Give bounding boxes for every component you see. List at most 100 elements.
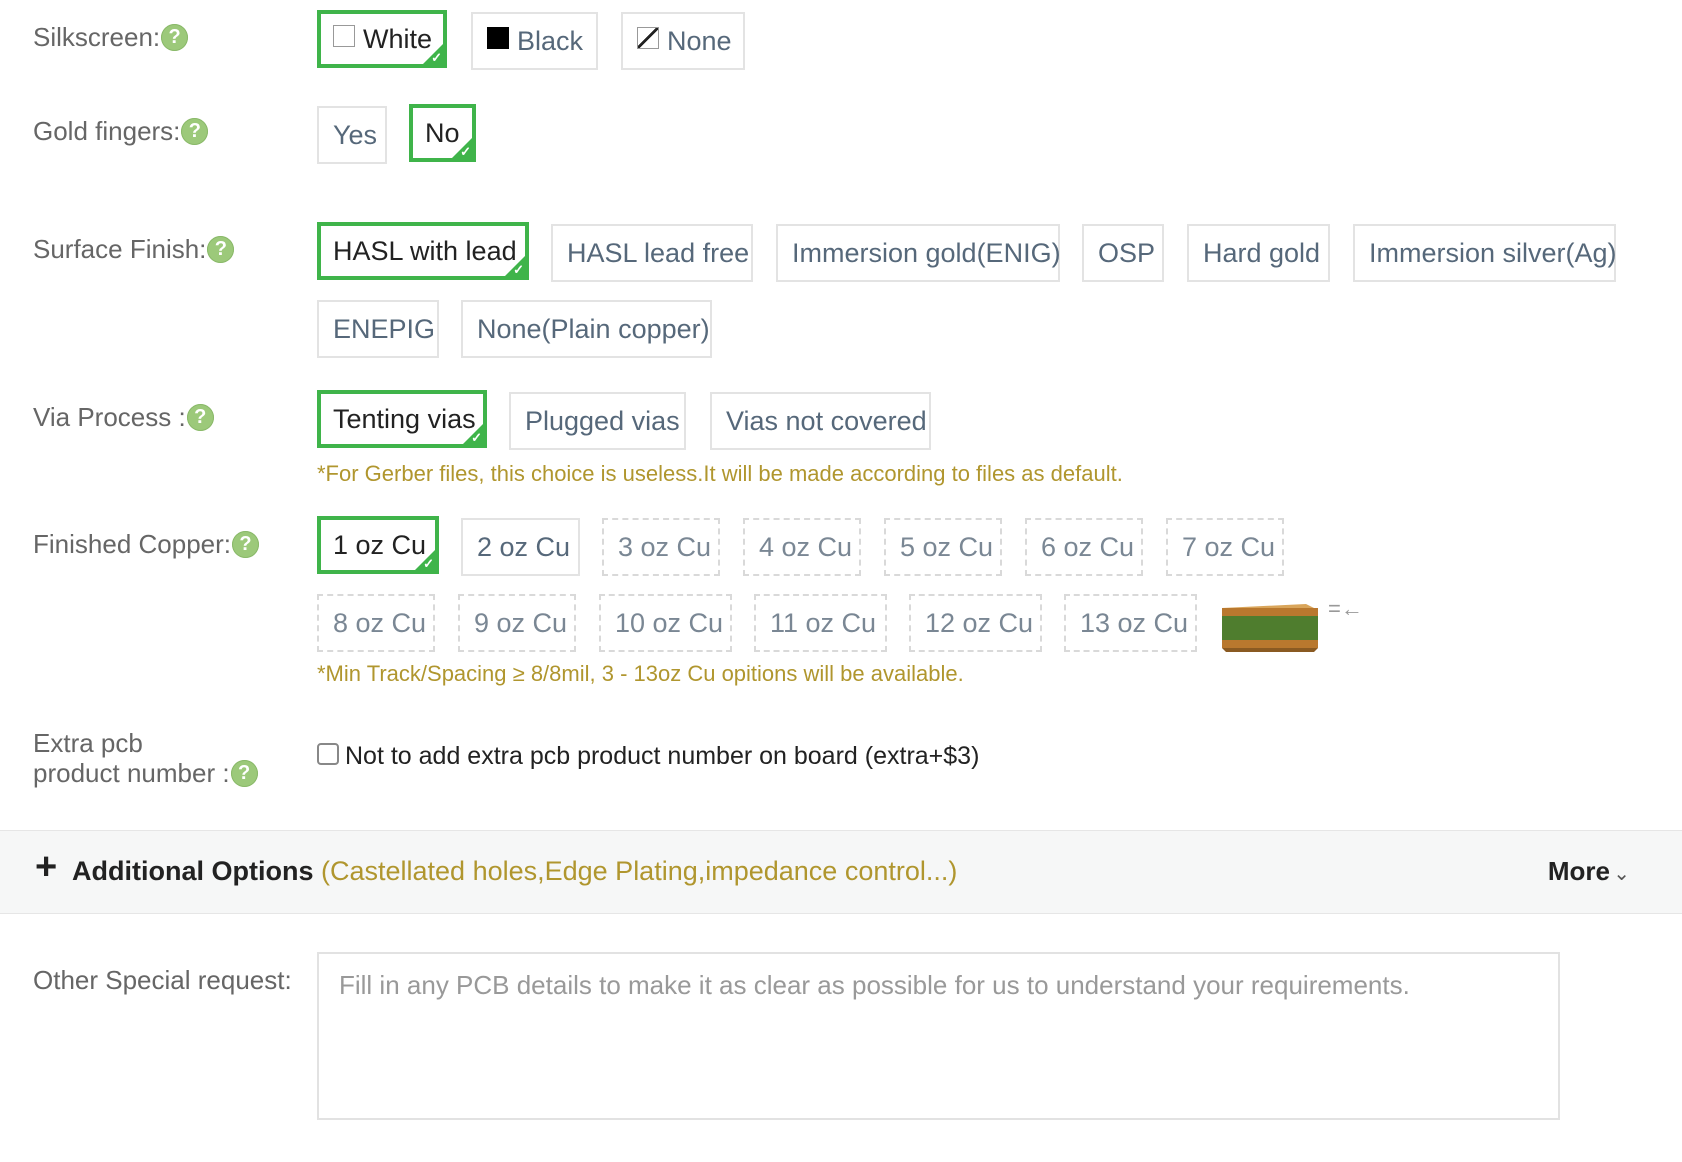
surface-finish-label: Surface Finish:? (33, 234, 235, 265)
option-label: Yes (333, 120, 378, 150)
option-label: Immersion gold(ENIG) (792, 238, 1061, 268)
help-icon[interactable]: ? (186, 403, 214, 431)
option-label: 5 oz Cu (900, 532, 994, 562)
help-icon[interactable]: ? (207, 235, 235, 263)
option-label: White (363, 24, 433, 54)
none-swatch-icon (637, 26, 659, 49)
copper-option-3oz[interactable]: 3 oz Cu (602, 518, 720, 576)
via-process-label-text: Via Process : (33, 402, 186, 432)
extra-pcb-checkbox-option[interactable]: Not to add extra pcb product number on b… (317, 742, 979, 771)
check-icon: ✓ (423, 556, 434, 571)
silkscreen-label-text: Silkscreen: (33, 22, 161, 52)
special-request-label: Other Special request: (33, 965, 292, 995)
copper-option-1oz[interactable]: 1 oz Cu ✓ (317, 516, 439, 574)
option-label: 1 oz Cu (333, 530, 427, 560)
option-label: Vias not covered (726, 406, 927, 436)
help-icon[interactable]: ? (181, 117, 209, 145)
option-label: HASL with lead (333, 236, 517, 266)
surface-finish-option-immersion-gold[interactable]: Immersion gold(ENIG) (776, 224, 1061, 282)
surface-finish-label-text: Surface Finish: (33, 234, 207, 264)
option-label: No (425, 118, 460, 148)
option-label: 12 oz Cu (925, 608, 1034, 638)
option-label: 7 oz Cu (1182, 532, 1276, 562)
extra-pcb-checkbox-label: Not to add extra pcb product number on b… (345, 742, 980, 770)
copper-option-7oz[interactable]: 7 oz Cu (1166, 518, 1284, 576)
via-process-label: Via Process :? (33, 402, 214, 433)
option-label: ENEPIG (333, 314, 436, 344)
gold-fingers-label: Gold fingers:? (33, 116, 209, 147)
option-label: 11 oz Cu (770, 608, 877, 638)
additional-options-title-text: Additional Options (72, 856, 314, 886)
copper-option-12oz[interactable]: 12 oz Cu (909, 594, 1042, 652)
chevron-down-icon[interactable]: ⌄ (1613, 861, 1630, 886)
finished-copper-label-text: Finished Copper: (33, 529, 231, 559)
additional-options-bar[interactable]: + Additional Options (Castellated holes,… (0, 830, 1682, 914)
silkscreen-label: Silkscreen:? (33, 22, 189, 53)
option-label: Hard gold (1203, 238, 1321, 268)
surface-finish-option-hasl-with-lead[interactable]: HASL with lead ✓ (317, 222, 529, 280)
check-icon: ✓ (471, 430, 482, 445)
gold-fingers-option-no[interactable]: No ✓ (409, 104, 476, 162)
via-process-option-not-covered[interactable]: Vias not covered (710, 392, 931, 450)
plus-icon[interactable]: + (35, 847, 57, 887)
additional-options-title[interactable]: Additional Options (Castellated holes,Ed… (72, 856, 957, 887)
gold-fingers-label-text: Gold fingers: (33, 116, 181, 146)
option-label: OSP (1098, 238, 1156, 268)
option-label: Black (517, 26, 584, 56)
copper-option-4oz[interactable]: 4 oz Cu (743, 518, 861, 576)
copper-option-6oz[interactable]: 6 oz Cu (1025, 518, 1143, 576)
option-label: None(Plain copper) (477, 314, 710, 344)
check-icon: ✓ (431, 50, 442, 65)
option-label: HASL lead free (567, 238, 750, 268)
extra-pcb-label-line2: product number : (33, 758, 230, 788)
silkscreen-option-none[interactable]: None (621, 12, 745, 70)
copper-option-10oz[interactable]: 10 oz Cu (599, 594, 732, 652)
option-label: 2 oz Cu (477, 532, 571, 562)
check-icon: ✓ (460, 144, 471, 159)
copper-option-8oz[interactable]: 8 oz Cu (317, 594, 435, 652)
more-button[interactable]: More (1548, 856, 1610, 887)
option-label: 3 oz Cu (618, 532, 712, 562)
option-label: 8 oz Cu (333, 608, 427, 638)
surface-finish-option-hard-gold[interactable]: Hard gold (1187, 224, 1330, 282)
extra-pcb-label: Extra pcb product number :? (33, 728, 258, 789)
help-icon[interactable]: ? (232, 530, 259, 558)
surface-finish-option-osp[interactable]: OSP (1082, 224, 1164, 282)
option-label: 13 oz Cu (1080, 608, 1189, 638)
option-label: Tenting vias (333, 404, 476, 434)
silkscreen-option-white[interactable]: White ✓ (317, 10, 447, 68)
finished-copper-note: *Min Track/Spacing ≥ 8/8mil, 3 - 13oz Cu… (317, 661, 964, 686)
silkscreen-option-black[interactable]: Black (471, 12, 598, 70)
copper-option-9oz[interactable]: 9 oz Cu (458, 594, 576, 652)
via-process-option-plugged[interactable]: Plugged vias (509, 392, 686, 450)
copper-option-5oz[interactable]: 5 oz Cu (884, 518, 1002, 576)
option-label: 9 oz Cu (474, 608, 568, 638)
surface-finish-option-plain-copper[interactable]: None(Plain copper) (461, 300, 712, 358)
compress-arrow-icon: =← (1328, 596, 1363, 621)
special-request-textarea[interactable] (317, 952, 1560, 1120)
via-process-note: *For Gerber files, this choice is useles… (317, 461, 1123, 486)
surface-finish-option-immersion-silver[interactable]: Immersion silver(Ag) (1353, 224, 1617, 282)
gold-fingers-option-yes[interactable]: Yes (317, 106, 387, 164)
copper-option-2oz[interactable]: 2 oz Cu (461, 518, 580, 576)
option-label: 6 oz Cu (1041, 532, 1135, 562)
surface-finish-option-enepig[interactable]: ENEPIG (317, 300, 439, 358)
help-icon[interactable]: ? (230, 759, 258, 787)
surface-finish-option-hasl-lead-free[interactable]: HASL lead free (551, 224, 753, 282)
additional-options-subtitle: (Castellated holes,Edge Plating,impedanc… (321, 856, 958, 886)
option-label: 10 oz Cu (615, 608, 724, 638)
help-icon[interactable]: ? (161, 23, 189, 51)
extra-pcb-label-line1: Extra pcb (33, 728, 143, 758)
extra-pcb-checkbox[interactable] (317, 743, 339, 766)
option-label: None (667, 26, 732, 56)
black-swatch-icon (487, 26, 509, 49)
check-icon: ✓ (513, 262, 524, 277)
finished-copper-label: Finished Copper:? (33, 529, 259, 560)
option-label: Immersion silver(Ag) (1369, 238, 1617, 268)
pcb-stackup-icon (1222, 604, 1318, 652)
copper-option-11oz[interactable]: 11 oz Cu (754, 594, 887, 652)
white-swatch-icon (333, 24, 355, 47)
via-process-option-tenting[interactable]: Tenting vias ✓ (317, 390, 487, 448)
option-label: 4 oz Cu (759, 532, 853, 562)
copper-option-13oz[interactable]: 13 oz Cu (1064, 594, 1197, 652)
